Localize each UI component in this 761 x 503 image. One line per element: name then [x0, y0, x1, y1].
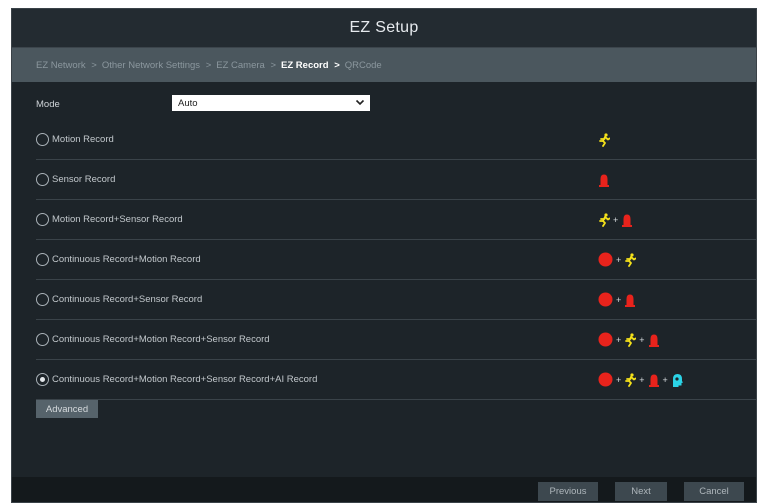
record-option-label: Continuous Record+Motion Record [52, 254, 201, 265]
plus-sign: + [616, 334, 622, 345]
wizard-step-label: Other Network Settings [101, 59, 201, 71]
record-type-icons: + + [598, 320, 660, 359]
radio-button[interactable] [36, 213, 49, 226]
wizard-step-separator: > [270, 59, 277, 71]
cancel-button[interactable]: Cancel [684, 482, 744, 501]
wizard-step-separator: > [91, 59, 97, 71]
motion-running-icon [599, 212, 610, 227]
wizard-step-separator: > [334, 59, 340, 71]
continuous-record-icon [598, 332, 613, 347]
wizard-step-other-network-settings[interactable]: Other Network Settings > [102, 60, 216, 71]
record-option-label: Sensor Record [52, 174, 116, 185]
plus-sign: + [616, 294, 622, 305]
record-option-label: Continuous Record+Motion Record+Sensor R… [52, 334, 270, 345]
ez-setup-window: EZ Setup EZ Network > Other Network Setti… [11, 8, 757, 503]
record-type-icons [598, 160, 610, 199]
motion-running-icon [625, 372, 637, 387]
wizard-step-label: EZ Camera [216, 59, 265, 71]
wizard-step-separator: > [205, 59, 212, 71]
motion-running-icon [625, 252, 637, 267]
record-option-label: Motion Record+Sensor Record [52, 214, 183, 225]
sensor-alarm-icon [648, 374, 659, 387]
footer-bar: Previous Next Cancel [12, 477, 756, 502]
radio-button[interactable] [36, 293, 49, 306]
record-option-row[interactable]: Motion Record [36, 120, 756, 160]
advanced-button[interactable]: Advanced [36, 400, 98, 418]
motion-running-icon [599, 132, 610, 147]
record-option-label: Motion Record [52, 134, 114, 145]
record-option-row[interactable]: Continuous Record+Motion Record+Sensor R… [36, 360, 756, 400]
record-option-row[interactable]: Sensor Record [36, 160, 756, 200]
radio-button[interactable] [36, 173, 49, 186]
wizard-step-label: EZ Network [36, 59, 86, 71]
record-type-icons: + [598, 280, 636, 319]
record-type-icons: + + + [598, 360, 683, 399]
plus-sign: + [639, 334, 645, 345]
window-title: EZ Setup [349, 19, 419, 36]
continuous-record-icon [598, 292, 613, 307]
record-option-label: Continuous Record+Sensor Record [52, 294, 203, 305]
plus-sign: + [639, 374, 645, 385]
mode-label: Mode [36, 98, 60, 110]
record-option-label: Continuous Record+Motion Record+Sensor R… [52, 374, 318, 385]
radio-button[interactable] [36, 133, 49, 146]
plus-sign: + [662, 374, 668, 385]
wizard-step-label: QRCode [344, 59, 382, 71]
wizard-step-qrcode[interactable]: QRCode [345, 60, 382, 71]
previous-button[interactable]: Previous [538, 482, 598, 501]
record-type-icons: + [598, 200, 633, 239]
record-option-row[interactable]: Motion Record+Sensor Record + [36, 200, 756, 240]
wizard-step-ez-network[interactable]: EZ Network > [36, 60, 102, 71]
radio-button[interactable] [36, 333, 49, 346]
record-option-row[interactable]: Continuous Record+Motion Record+Sensor R… [36, 320, 756, 360]
wizard-step-label: EZ Record [281, 59, 329, 71]
sensor-alarm-icon [622, 214, 633, 227]
plus-sign: + [616, 374, 622, 385]
chevron-down-icon [355, 99, 365, 106]
continuous-record-icon [598, 372, 613, 387]
title-bar: EZ Setup [12, 9, 756, 48]
sensor-alarm-icon [625, 294, 636, 307]
radio-button[interactable] [36, 253, 49, 266]
record-type-icons: + [598, 240, 637, 279]
plus-sign: + [613, 214, 619, 225]
motion-running-icon [625, 332, 637, 347]
sensor-alarm-icon [599, 174, 609, 187]
continuous-record-icon [598, 252, 613, 267]
wizard-step-ez-record[interactable]: EZ Record > [281, 60, 345, 71]
mode-row: Mode Auto [36, 95, 436, 113]
next-button[interactable]: Next [615, 482, 667, 501]
record-option-row[interactable]: Continuous Record+Sensor Record + [36, 280, 756, 320]
record-mode-list: Motion Record Sensor Record Motion Record+… [36, 120, 756, 400]
wizard-steps: EZ Network > Other Network Settings > EZ C… [12, 48, 756, 82]
radio-button-selected[interactable] [36, 373, 49, 386]
wizard-step-ez-camera[interactable]: EZ Camera > [216, 60, 281, 71]
mode-select[interactable]: Auto [172, 95, 370, 111]
mode-value: Auto [178, 97, 198, 109]
sensor-alarm-icon [648, 334, 659, 347]
ai-head-icon [672, 373, 683, 387]
record-option-row[interactable]: Continuous Record+Motion Record + [36, 240, 756, 280]
plus-sign: + [616, 254, 622, 265]
record-type-icons [598, 120, 610, 159]
